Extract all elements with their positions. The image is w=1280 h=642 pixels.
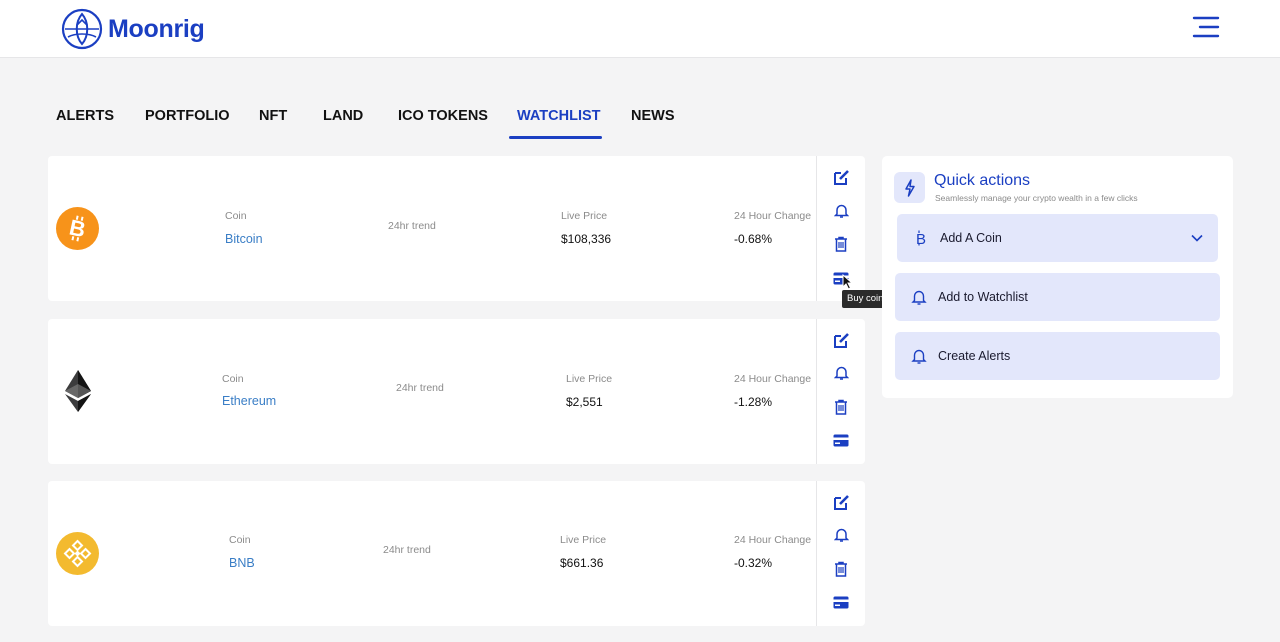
quick-actions-panel: Quick actions Seamlessly manage your cry… bbox=[882, 156, 1233, 398]
tab-news[interactable]: NEWS bbox=[631, 108, 675, 124]
bell-icon bbox=[911, 290, 927, 305]
quick-actions-title: Quick actions bbox=[934, 172, 1031, 189]
edit-icon[interactable] bbox=[832, 168, 850, 186]
trash-icon[interactable] bbox=[832, 560, 850, 578]
trend-label: 24hr trend bbox=[388, 220, 436, 232]
add-to-watchlist-button[interactable]: Add to Watchlist bbox=[895, 273, 1220, 321]
bell-icon[interactable] bbox=[832, 526, 850, 544]
lightning-icon bbox=[894, 172, 925, 203]
change-value: -0.68% bbox=[734, 232, 773, 246]
edit-icon[interactable] bbox=[832, 331, 850, 349]
tab-watchlist[interactable]: WATCHLIST bbox=[517, 108, 601, 124]
ethereum-logo-icon bbox=[65, 370, 91, 412]
trend-label: 24hr trend bbox=[383, 544, 431, 556]
live-price-value: $2,551 bbox=[566, 395, 603, 409]
bell-icon bbox=[911, 349, 927, 364]
watchlist-row: Coin BNB 24hr trend Live Price $661.36 2… bbox=[48, 481, 865, 626]
bell-icon[interactable] bbox=[832, 202, 850, 220]
price-label: Live Price bbox=[566, 373, 613, 385]
change-value: -0.32% bbox=[734, 556, 773, 570]
row-actions bbox=[816, 481, 865, 626]
watchlist-row: B Coin Bitcoin 24hr trend Live Price $10… bbox=[48, 156, 865, 301]
trash-icon[interactable] bbox=[832, 398, 850, 416]
coin-name-link[interactable]: Ethereum bbox=[222, 394, 276, 408]
watchlist-row: Coin Ethereum 24hr trend Live Price $2,5… bbox=[48, 319, 865, 464]
hamburger-menu-button[interactable] bbox=[1190, 14, 1222, 42]
change-label: 24 Hour Change bbox=[734, 373, 812, 385]
create-alerts-label: Create Alerts bbox=[938, 349, 1011, 363]
change-label: 24 Hour Change bbox=[734, 534, 812, 546]
brand-logo[interactable]: Moonrig bbox=[61, 8, 205, 50]
tab-land[interactable]: LAND bbox=[323, 108, 363, 124]
bitcoin-logo-icon: B bbox=[56, 207, 99, 250]
row-actions bbox=[816, 319, 865, 464]
hamburger-menu-icon bbox=[1192, 16, 1220, 38]
coin-name-link[interactable]: BNB bbox=[229, 556, 255, 570]
moonrig-logo-icon bbox=[61, 8, 103, 50]
live-price-value: $108,336 bbox=[561, 232, 612, 246]
tab-portfolio[interactable]: PORTFOLIO bbox=[145, 108, 230, 124]
credit-card-icon[interactable] bbox=[832, 431, 850, 449]
bell-icon[interactable] bbox=[832, 364, 850, 382]
trash-icon[interactable] bbox=[832, 235, 850, 253]
coin-name-link[interactable]: Bitcoin bbox=[225, 232, 263, 246]
price-label: Live Price bbox=[560, 534, 607, 546]
coin-label: Coin bbox=[225, 210, 247, 222]
chevron-down-icon bbox=[1191, 234, 1203, 242]
tab-alerts[interactable]: ALERTS bbox=[56, 108, 114, 124]
add-a-coin-label: Add A Coin bbox=[940, 231, 1002, 245]
svg-text:B: B bbox=[916, 231, 926, 247]
add-a-coin-dropdown[interactable]: B Add A Coin bbox=[897, 214, 1218, 262]
price-label: Live Price bbox=[561, 210, 608, 222]
add-to-watchlist-label: Add to Watchlist bbox=[938, 290, 1028, 304]
bitcoin-b-icon: B bbox=[916, 230, 926, 247]
change-value: -1.28% bbox=[734, 395, 773, 409]
top-header: Moonrig bbox=[0, 0, 1280, 58]
trend-label: 24hr trend bbox=[396, 382, 444, 394]
quick-actions-subtitle: Seamlessly manage your crypto wealth in … bbox=[935, 193, 1138, 203]
live-price-value: $661.36 bbox=[560, 556, 604, 570]
tab-nft[interactable]: NFT bbox=[259, 108, 287, 124]
coin-label: Coin bbox=[229, 534, 251, 546]
edit-icon[interactable] bbox=[832, 493, 850, 511]
change-label: 24 Hour Change bbox=[734, 210, 812, 222]
brand-name: Moonrig bbox=[108, 14, 205, 43]
active-tab-indicator bbox=[509, 136, 602, 139]
row-actions bbox=[816, 156, 865, 301]
tab-ico-tokens[interactable]: ICO TOKENS bbox=[398, 108, 488, 124]
create-alerts-button[interactable]: Create Alerts bbox=[895, 332, 1220, 380]
mouse-cursor-icon bbox=[842, 274, 853, 290]
credit-card-icon[interactable] bbox=[832, 593, 850, 611]
bnb-logo-icon bbox=[56, 532, 99, 575]
coin-label: Coin bbox=[222, 373, 244, 385]
